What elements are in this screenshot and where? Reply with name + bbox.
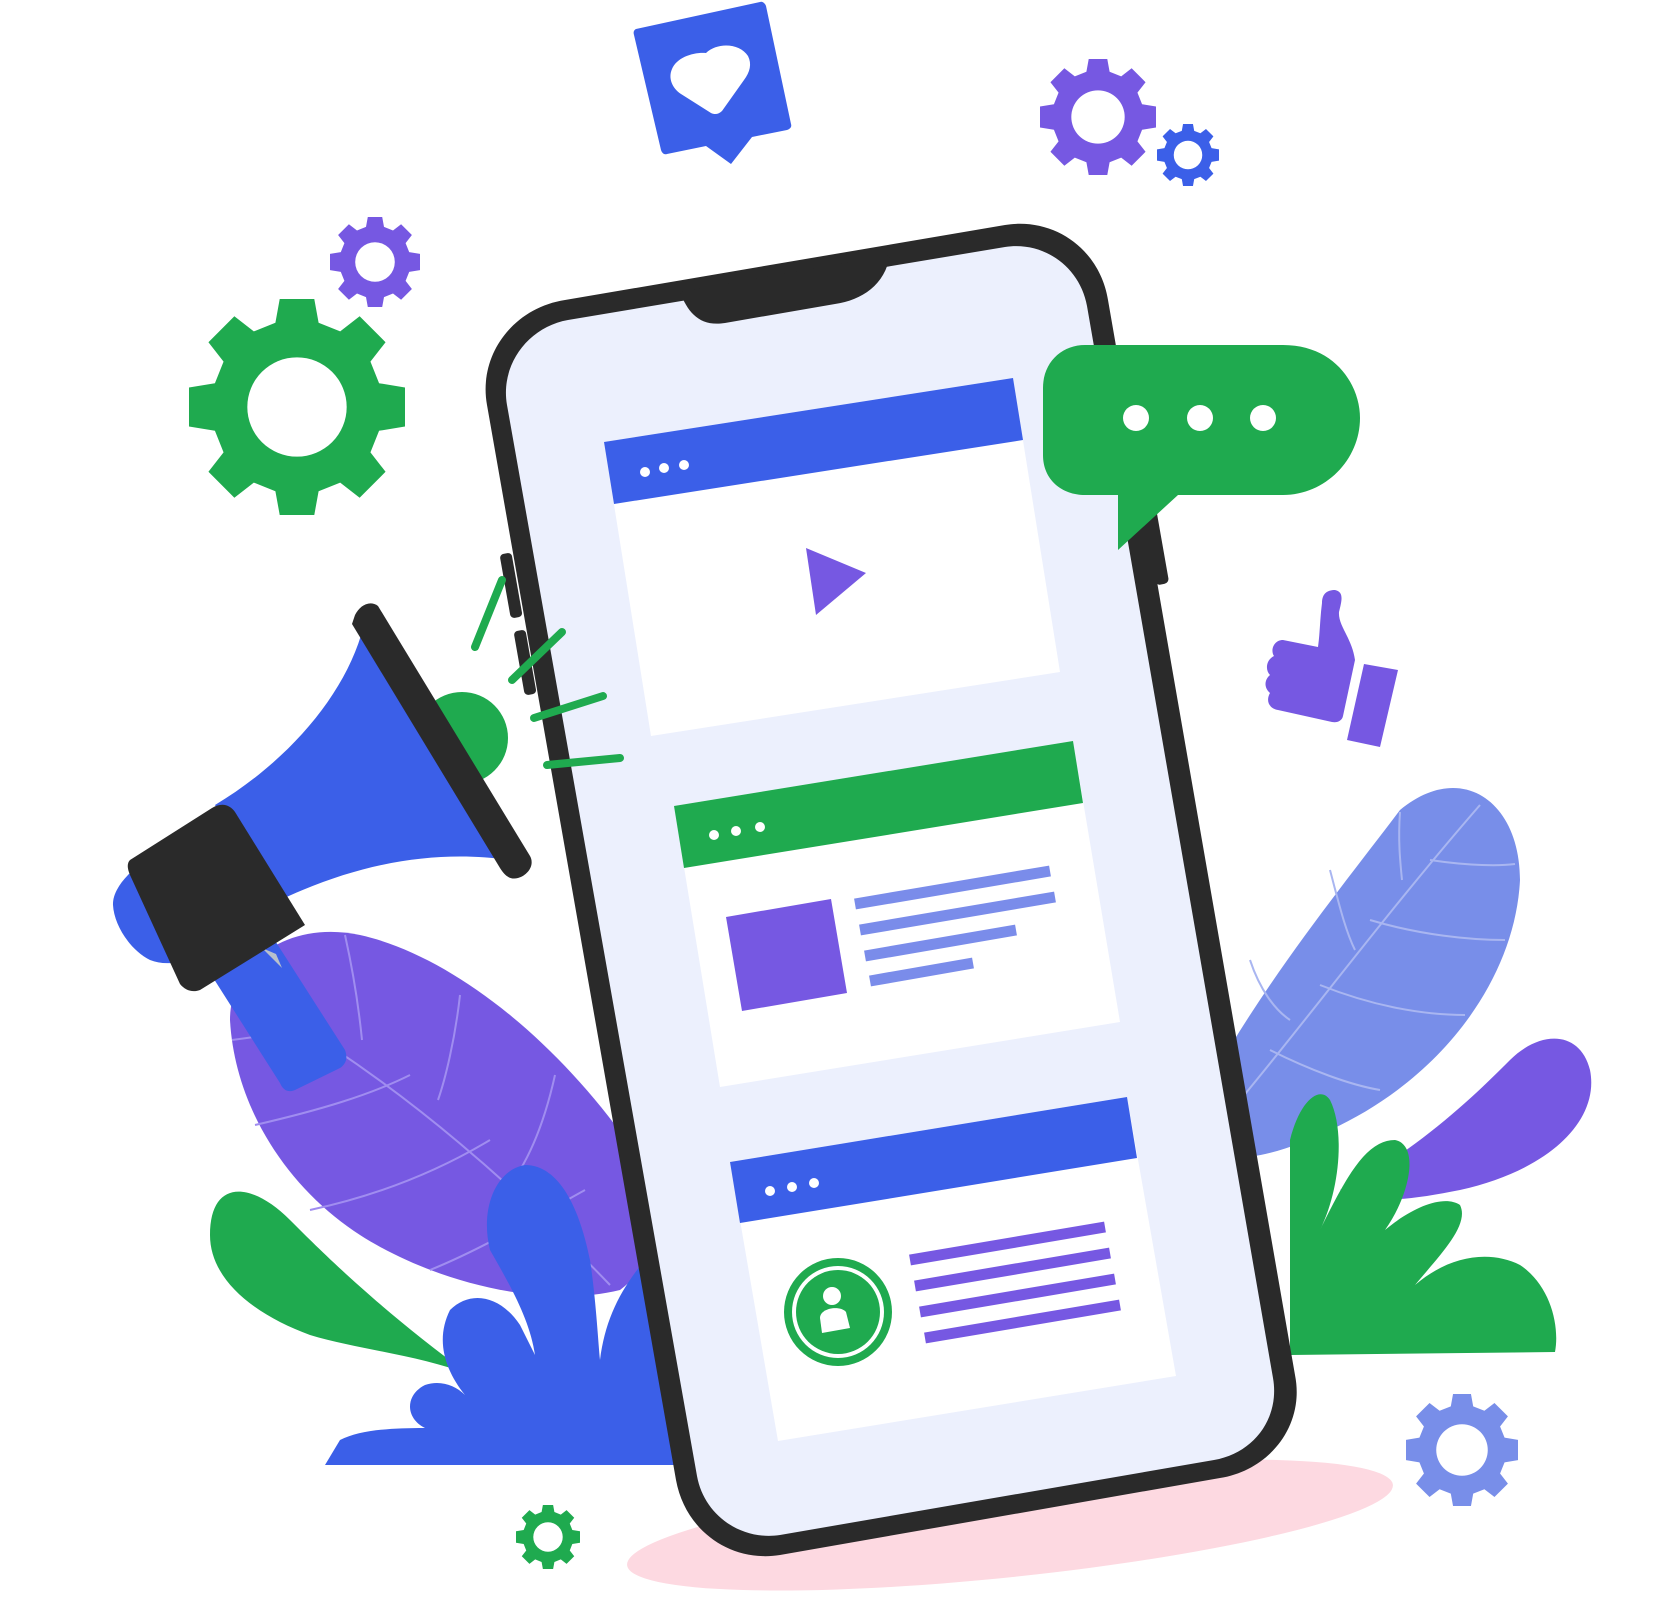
- header-dot: [709, 830, 719, 840]
- gear-icon: [1040, 59, 1156, 175]
- gear-icon: [516, 1505, 580, 1569]
- header-dot: [755, 822, 765, 832]
- gear-icon: [1157, 124, 1219, 186]
- sound-line: [471, 576, 506, 651]
- like-badge[interactable]: [633, 1, 792, 165]
- gear-icon: [330, 217, 420, 307]
- header-dot: [640, 467, 650, 477]
- header-dot: [659, 463, 669, 473]
- header-dot: [787, 1182, 797, 1192]
- gear-icon: [1406, 1394, 1518, 1506]
- header-dot: [809, 1178, 819, 1188]
- header-dot: [731, 826, 741, 836]
- header-dot: [679, 460, 689, 470]
- image-placeholder: [726, 899, 847, 1011]
- header-dot: [765, 1186, 775, 1196]
- typing-dot: [1250, 405, 1276, 431]
- video-card[interactable]: [604, 378, 1060, 736]
- typing-dot: [1123, 405, 1149, 431]
- avatar[interactable]: [784, 1258, 892, 1366]
- illustration-stage: [0, 0, 1676, 1616]
- gear-icon: [189, 299, 405, 515]
- typing-dot: [1187, 405, 1213, 431]
- mobile-marketing-illustration: [112, 1, 1592, 1591]
- thumbs-up-icon: [1265, 590, 1398, 747]
